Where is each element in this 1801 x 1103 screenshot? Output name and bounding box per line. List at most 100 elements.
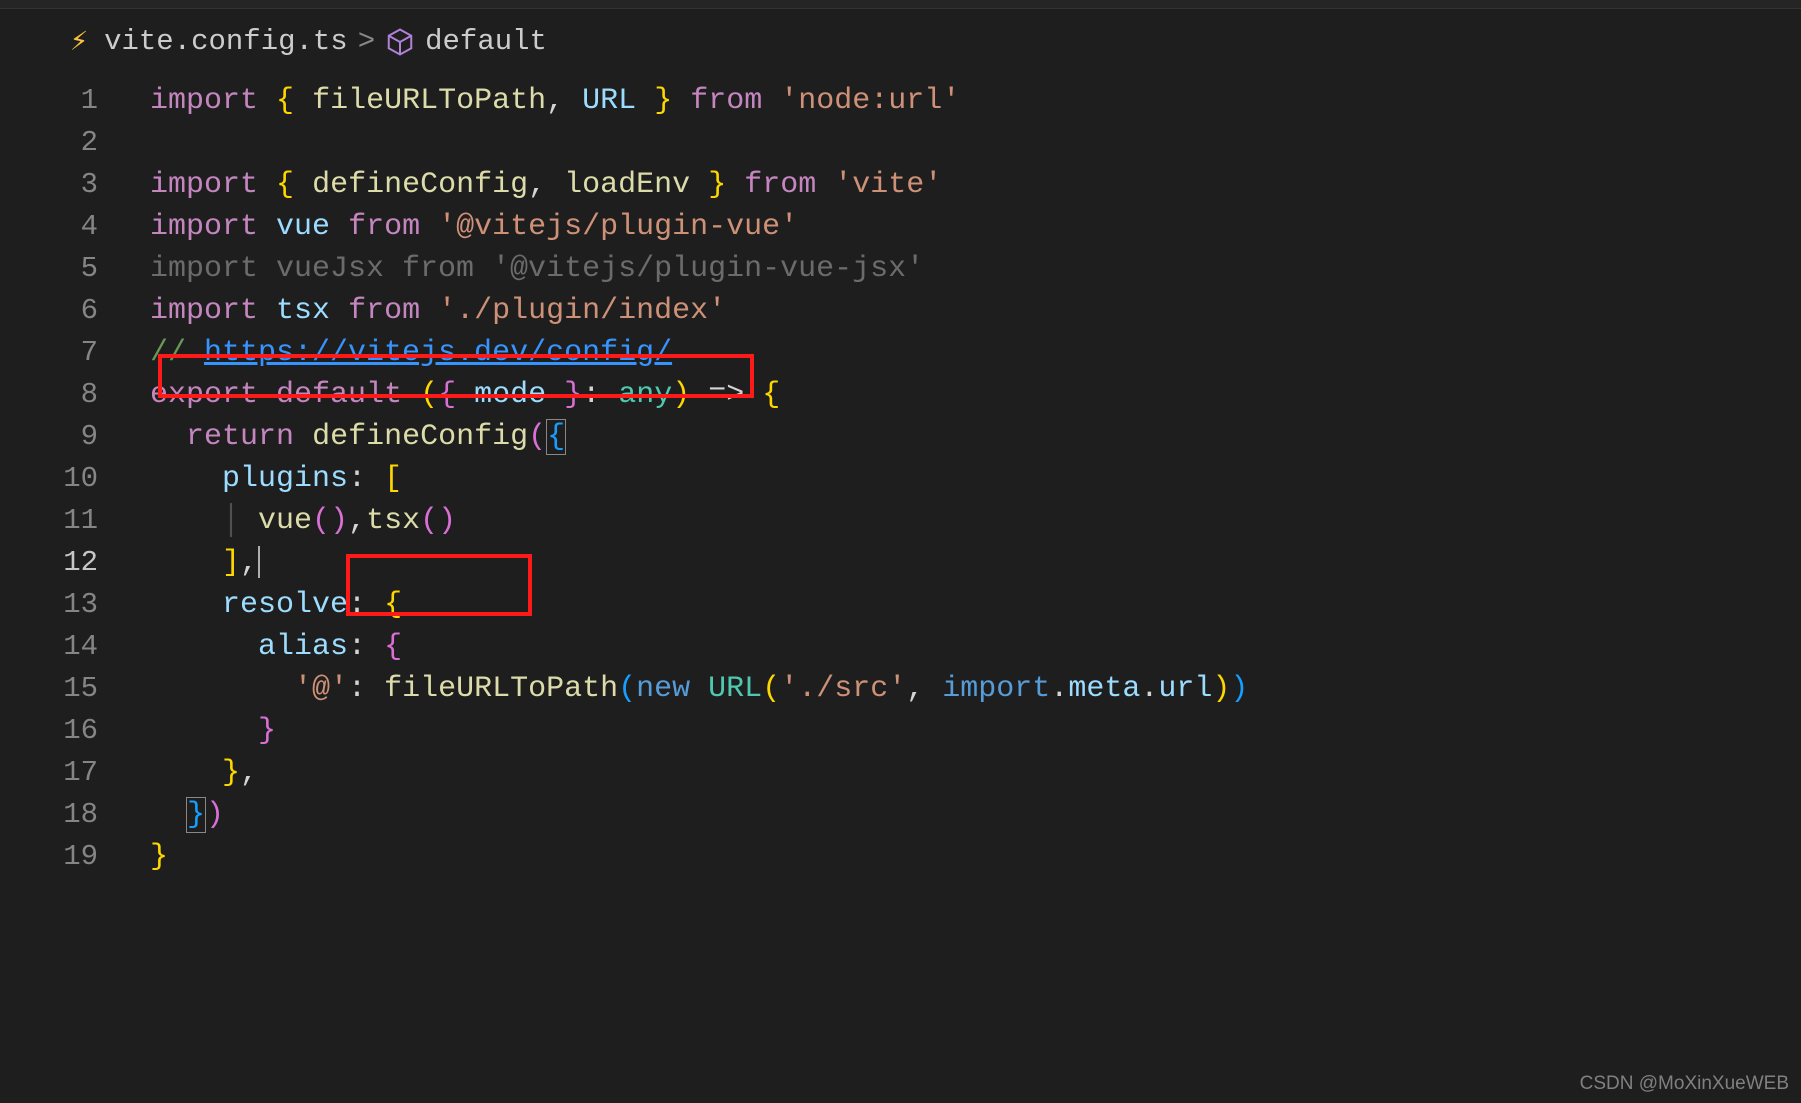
brace: } [222,756,240,790]
code-line[interactable]: 2 [0,122,1801,164]
identifier: fileURLToPath [312,84,546,118]
code-line[interactable]: 8 export default ({ mode }: any) => { [0,374,1801,416]
keyword: import [942,672,1050,706]
paren: ) [438,504,456,538]
property: alias [258,630,348,664]
comma: , [546,84,564,118]
line-number: 1 [0,80,150,122]
colon: : [582,378,600,412]
brace: { [384,588,402,622]
function-call: defineConfig [312,420,528,454]
keyword: import [150,210,258,244]
code-area[interactable]: 1 import { fileURLToPath, URL } from 'no… [0,80,1801,878]
colon: : [348,588,366,622]
line-number: 15 [0,668,150,710]
line-number: 4 [0,206,150,248]
function-call: fileURLToPath [384,672,618,706]
string: '@vitejs/plugin-vue' [438,210,798,244]
keyword: from [348,294,420,328]
string: 'node:url' [780,84,960,118]
line-number: 14 [0,626,150,668]
paren: ) [330,504,348,538]
brace: { [438,378,456,412]
paren: ( [528,420,546,454]
property: meta [1068,672,1140,706]
bracket: [ [384,462,402,496]
line-number: 18 [0,794,150,836]
text-cursor [258,546,260,578]
brace: { [276,168,294,202]
code-line[interactable]: 17 }, [0,752,1801,794]
line-number: 10 [0,458,150,500]
string: 'vite' [834,168,942,202]
paren: ) [1230,672,1248,706]
string: './plugin/index' [438,294,726,328]
paren: ( [762,672,780,706]
breadcrumb-symbol[interactable]: default [425,25,547,58]
code-editor: ⚡ vite.config.ts > default 1 import { fi… [0,0,1801,1103]
code-line[interactable]: 18 }) [0,794,1801,836]
code-line[interactable]: 12 ], [0,542,1801,584]
property: resolve [222,588,348,622]
bracket: ] [222,546,240,580]
breadcrumb-separator: > [358,25,375,58]
line-number: 3 [0,164,150,206]
function-call: vue [258,504,312,538]
code-line[interactable]: 19 } [0,836,1801,878]
brace: { [276,84,294,118]
brace: { [384,630,402,664]
code-line[interactable]: 16 } [0,710,1801,752]
breadcrumb[interactable]: ⚡ vite.config.ts > default [0,9,1801,80]
code-line[interactable]: 6 import tsx from './plugin/index' [0,290,1801,332]
code-line[interactable]: 3 import { defineConfig, loadEnv } from … [0,164,1801,206]
breadcrumb-file[interactable]: vite.config.ts [104,25,348,58]
code-line[interactable]: 4 import vue from '@vitejs/plugin-vue' [0,206,1801,248]
identifier: tsx [276,294,330,328]
property: plugins [222,462,348,496]
line-number: 5 [0,248,150,290]
colon: : [348,630,366,664]
paren: ( [618,672,636,706]
code-line[interactable]: 11 │ vue(),tsx() [0,500,1801,542]
tab-bar[interactable] [0,0,1801,9]
keyword: import [150,294,258,328]
keyword: return [186,420,294,454]
colon: : [348,672,366,706]
symbol-icon [385,27,415,57]
type: any [618,378,672,412]
comma: , [906,672,924,706]
brace: } [654,84,672,118]
keyword: import [150,84,258,118]
keyword: from [744,168,816,202]
colon: : [348,462,366,496]
code-line[interactable]: 1 import { fileURLToPath, URL } from 'no… [0,80,1801,122]
code-line[interactable]: 9 return defineConfig({ [0,416,1801,458]
code-line[interactable]: 7 // https://vitejs.dev/config/ [0,332,1801,374]
code-line[interactable]: 13 resolve: { [0,584,1801,626]
brace: } [564,378,582,412]
url-link[interactable]: https://vitejs.dev/config/ [204,336,672,370]
line-number: 2 [0,122,150,164]
paren: ( [420,378,438,412]
code-line[interactable]: 15 '@': fileURLToPath(new URL('./src', i… [0,668,1801,710]
brace: } [258,714,276,748]
comma: , [240,756,258,790]
identifier: vue [276,210,330,244]
line-number: 7 [0,332,150,374]
identifier: defineConfig [312,168,528,202]
code-line[interactable]: 14 alias: { [0,626,1801,668]
line-number: 19 [0,836,150,878]
dot: . [1050,672,1068,706]
comment: // [150,336,204,370]
comma: , [240,546,258,580]
watermark: CSDN @MoXinXueWEB [1580,1073,1789,1095]
lightning-icon: ⚡ [70,23,88,60]
line-number: 11 [0,500,150,542]
arrow: => [708,378,744,412]
paren: ) [1212,672,1230,706]
keyword: default [276,378,402,412]
identifier: loadEnv [564,168,690,202]
code-line[interactable]: 5 import vueJsx from '@vitejs/plugin-vue… [0,248,1801,290]
code-line[interactable]: 10 plugins: [ [0,458,1801,500]
string: '@' [294,672,348,706]
